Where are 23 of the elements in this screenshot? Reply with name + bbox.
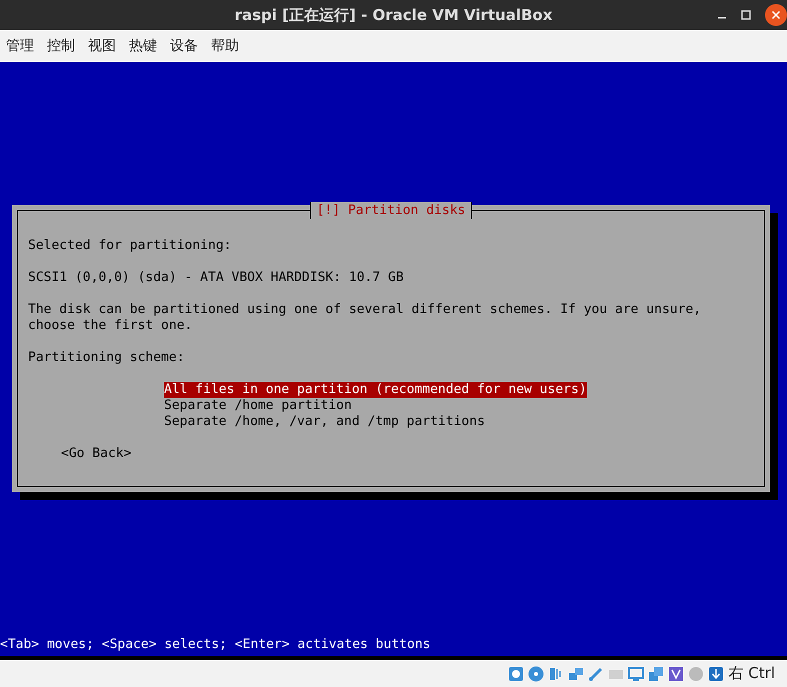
dialog-text: Selected for partitioning: [28,238,232,254]
scheme-option[interactable]: All files in one partition (recommended for new users) [164,382,587,398]
menu-item[interactable]: 设备 [170,36,198,56]
dialog-text: The disk can be partitioned using one of several different schemes. If you are unsure, choose the first one. [28,302,702,334]
dialog-text: Partitioning scheme: [28,350,186,366]
host-key-label: 右 Ctrl [728,663,775,684]
menu-item[interactable]: 控制 [47,36,75,56]
hint-text: <Tab> moves; <Space> selects; <Enter> activates buttons [0,637,432,654]
dialog-title: [!] Partition disks [310,202,472,219]
menu-item[interactable]: 热键 [129,36,157,56]
cpu-icon[interactable] [666,664,685,682]
menu-item[interactable]: 管理 [6,36,34,56]
menu-item[interactable]: 帮助 [211,36,239,56]
window-title: raspi [正在运行] - Oracle VM VirtualBox [234,4,552,26]
scheme-option[interactable]: Separate /home, /var, and /tmp partitions [164,414,485,430]
dialog-text: SCSI1 (0,0,0) (sda) - ATA VBOX HARDDISK: 10.7 GB [28,270,405,286]
maximize-icon[interactable] [741,10,751,20]
close-icon[interactable] [765,4,787,26]
optical-disc-icon[interactable] [526,664,545,682]
go-back-button[interactable]: <Go Back> [61,446,132,462]
menu-item[interactable]: 视图 [88,36,116,56]
display-icon[interactable] [626,664,645,682]
scheme-option[interactable]: Separate /home partition [164,398,352,414]
